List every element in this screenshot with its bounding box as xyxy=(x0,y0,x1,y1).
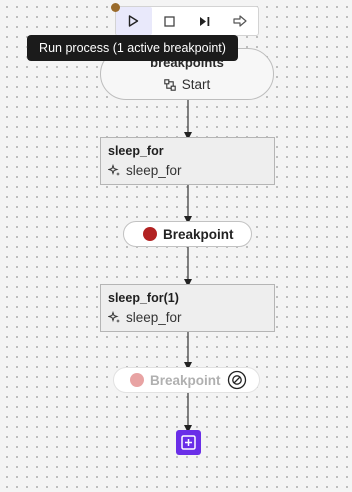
start-node-label: Start xyxy=(181,77,211,92)
run-button[interactable] xyxy=(116,7,152,35)
stop-icon xyxy=(164,15,175,27)
step-action-row: sleep_for xyxy=(108,163,182,178)
plus-square-icon xyxy=(181,435,196,450)
breakpoint-active[interactable]: Breakpoint xyxy=(123,221,252,247)
breakpoint-label: Breakpoint xyxy=(150,372,221,388)
breakpoint-dot-disabled xyxy=(130,373,144,387)
run-toolbar xyxy=(115,6,259,36)
sparkle-icon xyxy=(108,164,120,176)
step-title: sleep_for(1) xyxy=(108,291,179,305)
flow-icon xyxy=(163,78,176,91)
disabled-circle-icon[interactable] xyxy=(227,370,247,390)
play-icon xyxy=(129,15,139,27)
step-title: sleep_for xyxy=(108,144,164,158)
stop-button[interactable] xyxy=(152,7,188,35)
step-node-sleep-for[interactable]: sleep_for sleep_for xyxy=(100,137,275,185)
arrow-right-icon xyxy=(233,15,247,27)
step-action-label: sleep_for xyxy=(126,310,182,325)
workflow-canvas[interactable]: breakpoints Start Run process (1 active … xyxy=(0,0,352,492)
step-node-sleep-for-1[interactable]: sleep_for(1) sleep_for xyxy=(100,284,275,332)
start-node-row: Start xyxy=(101,77,273,92)
add-step-button[interactable] xyxy=(176,430,201,455)
breakpoint-label: Breakpoint xyxy=(163,226,234,242)
step-action-label: sleep_for xyxy=(126,163,182,178)
step-forward-button[interactable] xyxy=(187,7,223,35)
breakpoint-dot-active xyxy=(143,227,157,241)
breakpoint-disabled[interactable]: Breakpoint xyxy=(113,367,260,393)
continue-button[interactable] xyxy=(223,7,259,35)
status-dot xyxy=(111,3,120,12)
run-tooltip: Run process (1 active breakpoint) xyxy=(27,35,238,61)
step-forward-icon xyxy=(199,16,210,26)
step-action-row: sleep_for xyxy=(108,310,182,325)
sparkle-icon xyxy=(108,311,120,323)
